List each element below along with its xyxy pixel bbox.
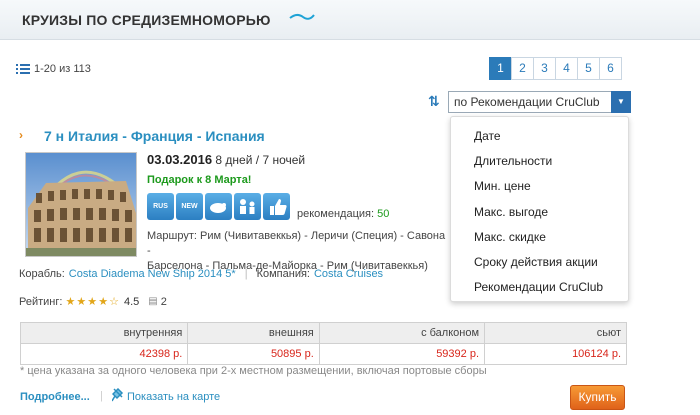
page-2-button[interactable]: 2 xyxy=(511,57,534,80)
sort-option-recommendation[interactable]: Рекомендации CruClub xyxy=(474,280,603,294)
family-badge-icon xyxy=(234,193,261,220)
price-value-row: 42398 р. 50895 р. 59392 р. 106124 р. xyxy=(19,343,627,365)
chevron-down-icon[interactable]: ▼ xyxy=(611,91,631,113)
page-1-button[interactable]: 1 xyxy=(489,57,512,80)
russian-group-badge-icon: RUS xyxy=(147,193,174,220)
page-4-button[interactable]: 4 xyxy=(555,57,578,80)
price-header-inside: внутренняя xyxy=(19,322,189,344)
sort-select[interactable]: по Рекомендации CruClub ▼ xyxy=(448,91,631,113)
comment-icon[interactable]: ▤ xyxy=(148,296,157,307)
results-count: 1-20 из 113 xyxy=(16,63,91,75)
price-header-suite: сьют xyxy=(484,322,627,344)
rating-label: Рейтинг: xyxy=(19,295,63,308)
thumbs-up-badge-icon xyxy=(263,193,290,220)
sort-option-promo-term[interactable]: Сроку действия акции xyxy=(474,255,598,269)
new-ship-badge-icon: NEW xyxy=(176,193,203,220)
route-label: Маршрут: xyxy=(147,230,197,242)
ship-link[interactable]: Costa Diadema New Ship 2014 5* xyxy=(69,268,236,280)
recommendation: рекомендация: 50 xyxy=(297,208,389,220)
price-balcony[interactable]: 59392 р. xyxy=(318,343,486,365)
recommendation-value: 50 xyxy=(377,208,390,220)
sort-selected-value: по Рекомендации CruClub xyxy=(454,95,600,109)
rating-stars-icon: ★ ★ ★ ★ ☆ xyxy=(65,296,119,308)
list-icon xyxy=(16,64,30,74)
gift-promo: Подарок к 8 Марта! xyxy=(147,174,252,186)
price-footnote: * цена указана за одного человека при 2-… xyxy=(20,365,487,377)
divider: | xyxy=(244,268,248,280)
cruise-date: 03.03.2016 xyxy=(147,152,213,167)
ship-label: Корабль: xyxy=(19,268,65,280)
sort-option-max-benefit[interactable]: Макс. выгоде xyxy=(474,205,548,219)
cruise-title-link[interactable]: 7 н Италия - Франция - Испания xyxy=(44,128,265,144)
page-3-button[interactable]: 3 xyxy=(533,57,556,80)
results-count-text: 1-20 из 113 xyxy=(34,63,91,75)
cruise-duration: 8 дней / 7 ночей xyxy=(215,153,306,167)
price-header-row: внутренняя внешняя с балконом сьют xyxy=(19,322,627,344)
rating-value: 4.5 xyxy=(123,295,140,308)
feature-badges: RUS NEW xyxy=(147,193,290,220)
price-header-balcony: с балконом xyxy=(318,322,486,344)
page-5-button[interactable]: 5 xyxy=(577,57,600,80)
cruise-date-line: 03.03.2016 8 дней / 7 ночей xyxy=(147,152,305,167)
rating: Рейтинг: ★ ★ ★ ★ ☆ 4.5 ▤ 2 xyxy=(19,295,167,309)
chevron-right-icon: › xyxy=(19,128,23,142)
page-6-button[interactable]: 6 xyxy=(599,57,622,80)
cruise-photo[interactable] xyxy=(25,152,137,257)
colosseum-image xyxy=(26,153,136,256)
buy-button[interactable]: Купить xyxy=(570,385,625,410)
price-inside[interactable]: 42398 р. xyxy=(19,343,189,365)
ship-info: Корабль: Costa Diadema New Ship 2014 5* … xyxy=(19,268,383,280)
price-suite[interactable]: 106124 р. xyxy=(484,343,627,365)
sort-option-min-price[interactable]: Мин. цене xyxy=(474,179,531,193)
show-on-map-link[interactable]: Показать на карте xyxy=(127,391,220,403)
details-link[interactable]: Подробнее... xyxy=(20,391,90,403)
price-outside[interactable]: 50895 р. xyxy=(187,343,320,365)
page-title: КРУИЗЫ ПО СРЕДИЗЕМНОМОРЬЮ xyxy=(22,12,271,28)
company-link[interactable]: Costa Cruises xyxy=(314,268,383,280)
sort-icon[interactable]: ⇅ xyxy=(428,93,440,110)
sort-option-date[interactable]: Дате xyxy=(474,129,501,143)
page-header: КРУИЗЫ ПО СРЕДИЗЕМНОМОРЬЮ xyxy=(0,0,700,40)
wave-icon xyxy=(289,13,315,20)
divider: | xyxy=(100,390,103,402)
map-pin-icon[interactable] xyxy=(112,388,124,402)
piggy-bank-badge-icon xyxy=(205,193,232,220)
company-label: Компания: xyxy=(256,268,310,280)
sort-option-duration[interactable]: Длительности xyxy=(474,154,552,168)
price-table: внутренняя внешняя с балконом сьют 42398… xyxy=(19,322,627,365)
sort-dropdown: Дате Длительности Мин. цене Макс. выгоде… xyxy=(450,116,629,302)
price-header-outside: внешняя xyxy=(187,322,320,344)
pagination: 1 2 3 4 5 6 xyxy=(489,57,622,80)
sort-option-max-discount[interactable]: Макс. скидке xyxy=(474,230,546,244)
recommendation-label: рекомендация: xyxy=(297,208,375,220)
comment-count[interactable]: 2 xyxy=(161,296,167,308)
